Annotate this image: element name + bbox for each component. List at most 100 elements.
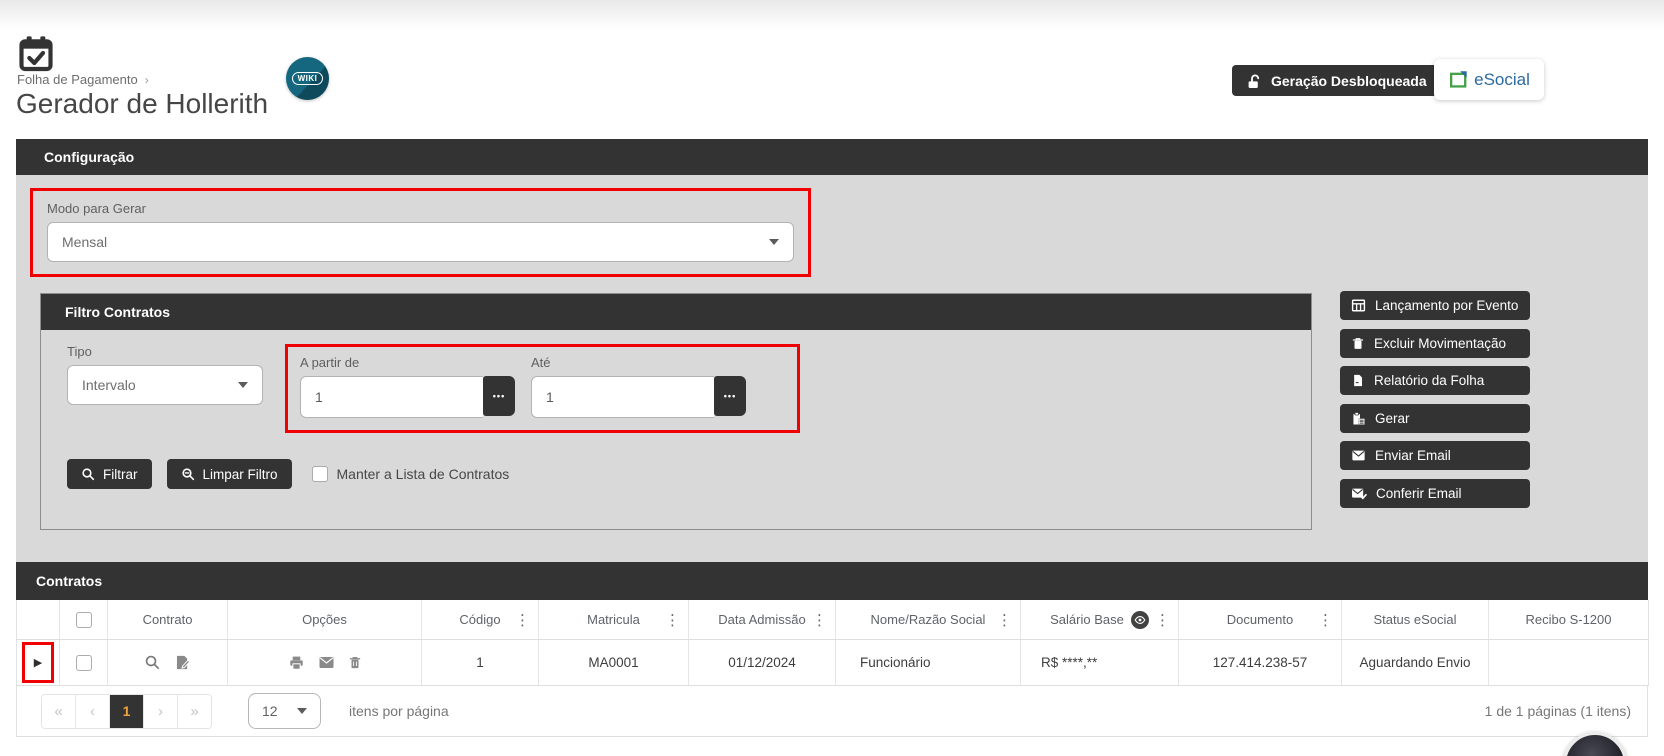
prev-page-button[interactable]: ‹: [75, 694, 109, 728]
conferir-email-button[interactable]: Conferir Email: [1340, 478, 1530, 508]
first-page-button[interactable]: «: [42, 694, 75, 728]
current-page-button[interactable]: 1: [109, 694, 143, 728]
column-menu-icon[interactable]: ⋮: [1315, 611, 1336, 629]
a-partir-de-lookup-button[interactable]: •••: [483, 376, 515, 416]
tipo-select[interactable]: Intervalo: [67, 365, 263, 405]
items-per-page-label: itens por página: [349, 703, 449, 719]
filtrar-button[interactable]: Filtrar: [67, 459, 152, 489]
enviar-email-button[interactable]: Enviar Email: [1340, 441, 1530, 471]
page-size-value: 12: [262, 703, 278, 719]
select-all-checkbox[interactable]: [75, 611, 92, 628]
esocial-label: eSocial: [1474, 69, 1530, 89]
matricula-cell: MA0001: [538, 639, 689, 686]
a-partir-de-group: A partir de •••: [300, 355, 515, 418]
next-page-button[interactable]: ›: [143, 694, 177, 728]
breadcrumb-chevron-icon: ›: [144, 72, 149, 87]
column-menu-icon[interactable]: ⋮: [662, 611, 683, 629]
modo-para-gerar-value: Mensal: [62, 234, 108, 250]
email-icon[interactable]: [318, 656, 335, 669]
view-contract-icon[interactable]: [144, 654, 161, 671]
page-size-select[interactable]: 12: [248, 693, 321, 729]
ellipsis-icon: •••: [492, 391, 506, 401]
column-menu-icon[interactable]: ⋮: [809, 611, 830, 629]
page-title: Gerador de Hollerith: [16, 88, 269, 119]
filtro-contratos-title: Filtro Contratos: [65, 304, 170, 320]
table-row: ▶ 1 MA0001 01/12/2024 Funcionário R$ ***…: [16, 639, 1649, 686]
wiki-badge[interactable]: WIKI: [286, 57, 329, 100]
tipo-group: Tipo Intervalo: [67, 344, 263, 405]
tipo-label: Tipo: [67, 344, 92, 359]
generation-unlocked-button[interactable]: Geração Desbloqueada: [1232, 65, 1441, 96]
pager-summary: 1 de 1 páginas (1 itens): [1484, 703, 1631, 719]
edit-contract-icon[interactable]: [174, 654, 191, 671]
manter-lista-checkbox[interactable]: [311, 466, 328, 482]
col-contrato: Contrato: [107, 600, 228, 640]
limpar-filtro-button[interactable]: Limpar Filtro: [166, 459, 292, 489]
contratos-header: Contratos: [16, 562, 1648, 600]
column-menu-icon[interactable]: ⋮: [1152, 611, 1173, 629]
envelope-icon: [1352, 451, 1365, 461]
col-recibo-s1200: Recibo S-1200: [1488, 600, 1649, 640]
trash-icon: [1352, 337, 1364, 349]
excluir-movimentacao-button[interactable]: Excluir Movimentação: [1340, 328, 1530, 358]
gerar-label: Gerar: [1375, 410, 1410, 426]
unlock-icon: [1248, 73, 1260, 88]
highlight-range-fields: A partir de ••• Até: [285, 344, 800, 433]
contratos-table: Contrato Opções Código ⋮ Matricula ⋮ Dat…: [16, 600, 1649, 686]
breadcrumb-link[interactable]: Folha de Pagamento: [17, 72, 138, 87]
generation-unlocked-label: Geração Desbloqueada: [1271, 72, 1427, 89]
column-menu-icon[interactable]: ⋮: [512, 611, 533, 629]
tipo-value: Intervalo: [82, 377, 136, 393]
configuracao-section: Configuração Modo para Gerar Mensal Filt…: [16, 139, 1648, 562]
ate-group: Até •••: [531, 355, 746, 418]
relatorio-da-folha-button[interactable]: Relatório da Folha: [1340, 366, 1530, 396]
contratos-section: Contratos Contrato Opções Código ⋮ Matri…: [16, 562, 1649, 737]
row-checkbox[interactable]: [75, 654, 92, 671]
col-salario-base: Salário Base ⋮: [1020, 600, 1179, 640]
recibo-cell: [1488, 639, 1649, 686]
contratos-title: Contratos: [36, 573, 103, 589]
modo-para-gerar-select[interactable]: Mensal: [47, 222, 794, 262]
expand-column-header: [16, 600, 60, 640]
enviar-email-label: Enviar Email: [1375, 448, 1451, 464]
search-clear-icon: [181, 468, 194, 481]
col-codigo: Código ⋮: [421, 600, 539, 640]
a-partir-de-label: A partir de: [300, 355, 360, 370]
delete-icon[interactable]: [348, 655, 362, 670]
filtro-contratos-body: Tipo Intervalo A partir de 1 ••• Até 1 •…: [41, 330, 1311, 489]
relatorio-da-folha-label: Relatório da Folha: [1374, 373, 1485, 389]
filtro-contratos-header: Filtro Contratos: [41, 294, 1311, 330]
configuracao-body: Modo para Gerar Mensal Filtro Contratos …: [16, 175, 1648, 562]
print-icon[interactable]: [288, 655, 305, 671]
wiki-label: WIKI: [291, 72, 324, 85]
opcoes-cell: [227, 639, 422, 686]
chevron-down-icon: [769, 239, 779, 245]
esocial-button[interactable]: eSocial: [1434, 59, 1544, 100]
salario-visibility-toggle[interactable]: [1130, 610, 1149, 629]
col-data-admissao: Data Admissão ⋮: [688, 600, 836, 640]
salario-cell: R$ ****,**: [1020, 639, 1179, 686]
col-opcoes: Opções: [227, 600, 422, 640]
select-all-header: [59, 600, 108, 640]
last-page-button[interactable]: »: [177, 694, 211, 728]
breadcrumb: Folha de Pagamento ›: [17, 72, 149, 87]
column-menu-icon[interactable]: ⋮: [994, 611, 1015, 629]
status-esocial-cell: Aguardando Envio: [1341, 639, 1489, 686]
pagination-bar: « ‹ 1 › » 12 itens por página 1 de 1 pág…: [16, 686, 1648, 737]
ate-input[interactable]: [531, 376, 714, 418]
pager-buttons: « ‹ 1 › »: [41, 693, 212, 729]
modo-para-gerar-label: Modo para Gerar: [47, 201, 146, 216]
gerar-button[interactable]: Gerar: [1340, 403, 1530, 433]
manter-lista-label: Manter a Lista de Contratos: [336, 466, 510, 482]
eye-icon: [1134, 615, 1146, 624]
limpar-filtro-label: Limpar Filtro: [202, 466, 278, 482]
ate-lookup-button[interactable]: •••: [714, 376, 746, 416]
ate-label: Até: [531, 355, 551, 370]
actions-column: Lançamento por Evento Excluir Movimentaç…: [1340, 291, 1530, 508]
expand-row-icon[interactable]: ▶: [34, 656, 42, 669]
esocial-logo-icon: [1450, 71, 1467, 88]
a-partir-de-input[interactable]: [300, 376, 483, 418]
filtro-contratos-panel: Filtro Contratos Tipo Intervalo A partir…: [40, 293, 1312, 530]
gerador-de-hollerith-page: Folha de Pagamento › Gerador de Hollerit…: [0, 0, 1664, 756]
lancamento-por-evento-button[interactable]: Lançamento por Evento: [1340, 291, 1530, 320]
